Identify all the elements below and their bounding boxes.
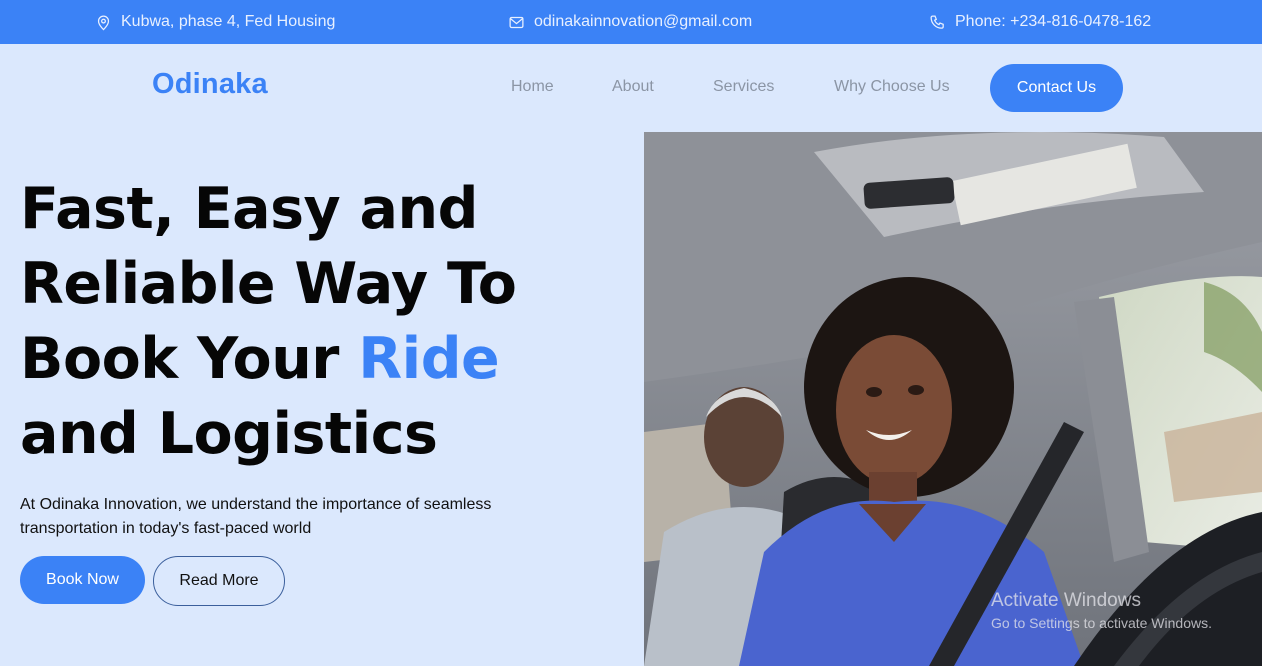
- watermark-title: Activate Windows: [991, 590, 1141, 611]
- top-info-bar: Kubwa, phase 4, Fed Housing odinakainnov…: [0, 0, 1262, 44]
- nav-about-link[interactable]: About: [612, 78, 654, 96]
- phone-item[interactable]: Phone: +234-816-0478-162: [929, 0, 1151, 44]
- hero-title-accent: Ride: [358, 326, 500, 392]
- mail-icon: [509, 16, 524, 28]
- hero-description: At Odinaka Innovation, we understand the…: [20, 496, 492, 537]
- email-item[interactable]: odinakainnovation@gmail.com: [508, 0, 752, 44]
- car-interior-illustration: [644, 132, 1262, 666]
- contact-us-button[interactable]: Contact Us: [990, 64, 1123, 112]
- windows-activation-watermark: Activate Windows Go to Settings to activ…: [991, 590, 1212, 631]
- email-text[interactable]: odinakainnovation@gmail.com: [534, 13, 752, 31]
- hero-title-part2: and Logistics: [20, 401, 438, 467]
- book-now-button[interactable]: Book Now: [20, 556, 145, 604]
- read-more-button[interactable]: Read More: [153, 556, 285, 606]
- address-item: Kubwa, phase 4, Fed Housing: [95, 0, 335, 44]
- location-pin-icon: [97, 15, 110, 30]
- phone-text[interactable]: Phone: +234-816-0478-162: [955, 13, 1151, 31]
- watermark-subtitle: Go to Settings to activate Windows.: [991, 615, 1212, 631]
- nav-services-link[interactable]: Services: [713, 78, 774, 96]
- hero-title: Fast, Easy and Reliable Way To Book Your…: [20, 172, 630, 472]
- nav-home-link[interactable]: Home: [511, 78, 554, 96]
- address-text: Kubwa, phase 4, Fed Housing: [121, 13, 336, 30]
- hero-image: [644, 132, 1262, 666]
- phone-icon: [930, 14, 944, 29]
- brand-logo[interactable]: Odinaka: [152, 68, 268, 101]
- nav-why-choose-us-link[interactable]: Why Choose Us: [834, 78, 950, 96]
